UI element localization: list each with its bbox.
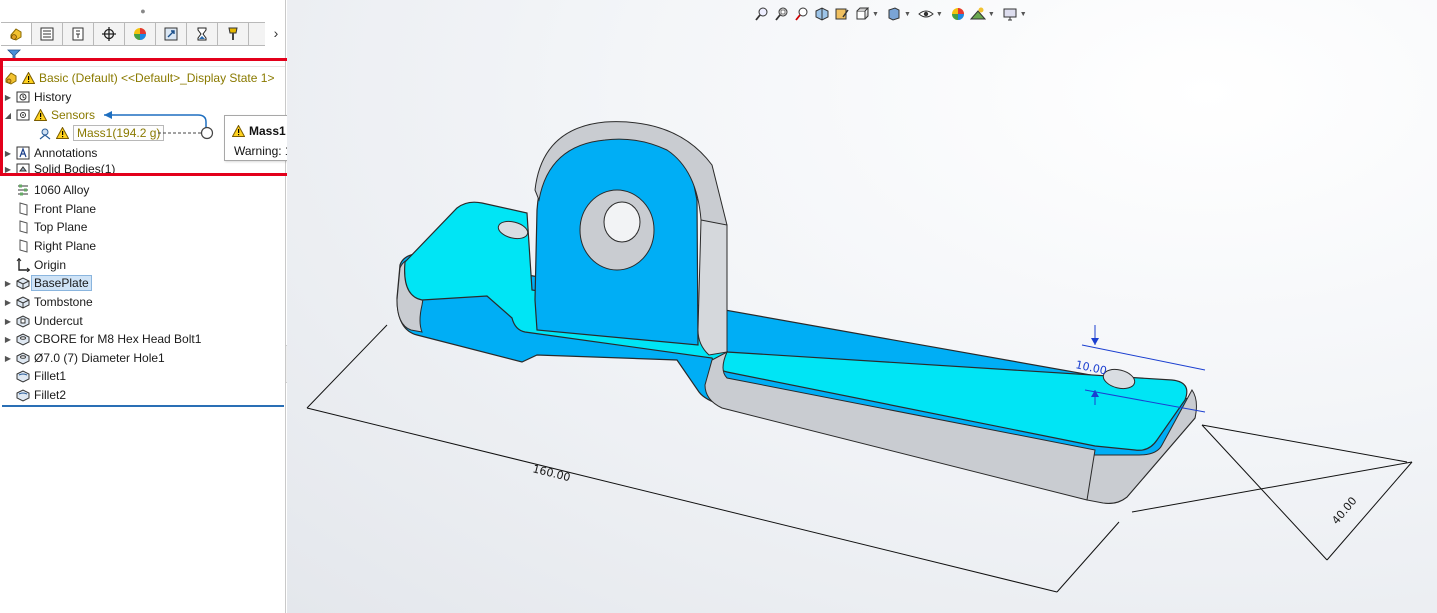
tree-item-label: Right Plane: [34, 239, 97, 253]
expand-arrow-icon[interactable]: ▶: [2, 354, 14, 363]
expand-arrow-icon[interactable]: ▶: [2, 279, 14, 288]
tree-item-material[interactable]: 1060 Alloy: [14, 181, 89, 199]
tree-item-tombstone[interactable]: ▶ Tombstone: [2, 293, 93, 311]
dimension-40[interactable]: 40.00: [1131, 424, 1413, 561]
tree-item-label: Fillet1: [34, 369, 67, 383]
callout-title-row: Mass1: [232, 124, 286, 138]
tree-item-label: Origin: [34, 258, 67, 272]
callout-title: Mass1: [249, 124, 286, 138]
extrude-feature-icon: [16, 276, 30, 290]
expand-arrow-icon[interactable]: ▶: [2, 298, 14, 307]
tree-item-label: Ø7.0 (7) Diameter Hole1: [34, 351, 165, 365]
tree-item-label: CBORE for M8 Hex Head Bolt1: [34, 332, 202, 346]
tree-item-label: Fillet2: [34, 388, 67, 402]
tree-item-fillet2[interactable]: Fillet2: [14, 386, 66, 404]
tree-item-diameter-hole[interactable]: ▶ Ø7.0 (7) Diameter Hole1: [2, 349, 165, 367]
tree-item-origin[interactable]: Origin: [14, 256, 66, 274]
connector-node: [200, 126, 214, 140]
tree-item-label: BasePlate: [31, 275, 92, 291]
tree-item-front-plane[interactable]: Front Plane: [14, 200, 96, 218]
tree-item-undercut[interactable]: ▶ Undercut: [2, 312, 83, 330]
fillet-icon: [16, 388, 30, 402]
tree-item-label: Undercut: [34, 314, 83, 328]
material-icon: [16, 183, 30, 197]
tree-item-label: Front Plane: [34, 202, 97, 216]
counterbore-inner: [603, 201, 641, 243]
plane-icon: [16, 202, 30, 216]
hole-wizard-icon: [16, 332, 30, 346]
rollback-bar[interactable]: [2, 405, 284, 407]
expand-arrow-icon[interactable]: ▶: [2, 317, 14, 326]
plane-icon: [16, 239, 30, 253]
expand-arrow-icon[interactable]: ▶: [2, 335, 14, 344]
graphics-area[interactable]: ▼ ▼ ▼ ▼ ▼ 160.00 40.00 10.00: [287, 0, 1437, 613]
dimension-160-label[interactable]: 160.00: [531, 462, 572, 484]
tree-item-label: Tombstone: [34, 295, 93, 309]
tree-item-label: Top Plane: [34, 220, 88, 234]
tree-item-right-plane[interactable]: Right Plane: [14, 237, 96, 255]
model-view: 160.00 40.00 10.00: [306, 121, 1413, 593]
tree-item-label: 1060 Alloy: [34, 183, 90, 197]
warning-icon: [232, 125, 245, 137]
tree-item-cbore[interactable]: ▶ CBORE for M8 Hex Head Bolt1: [2, 330, 201, 348]
origin-icon: [16, 258, 30, 272]
cut-feature-icon: [16, 314, 30, 328]
tree-item-fillet1[interactable]: Fillet1: [14, 367, 66, 385]
dimension-40-label[interactable]: 40.00: [1329, 494, 1359, 526]
hole-wizard-icon: [16, 351, 30, 365]
tombstone-side-face: [697, 219, 728, 356]
plane-icon: [16, 220, 30, 234]
tree-item-top-plane[interactable]: Top Plane: [14, 218, 87, 236]
tree-item-baseplate[interactable]: ▶ BasePlate: [2, 274, 92, 292]
fillet-icon: [16, 369, 30, 383]
extrude-feature-icon: [16, 295, 30, 309]
